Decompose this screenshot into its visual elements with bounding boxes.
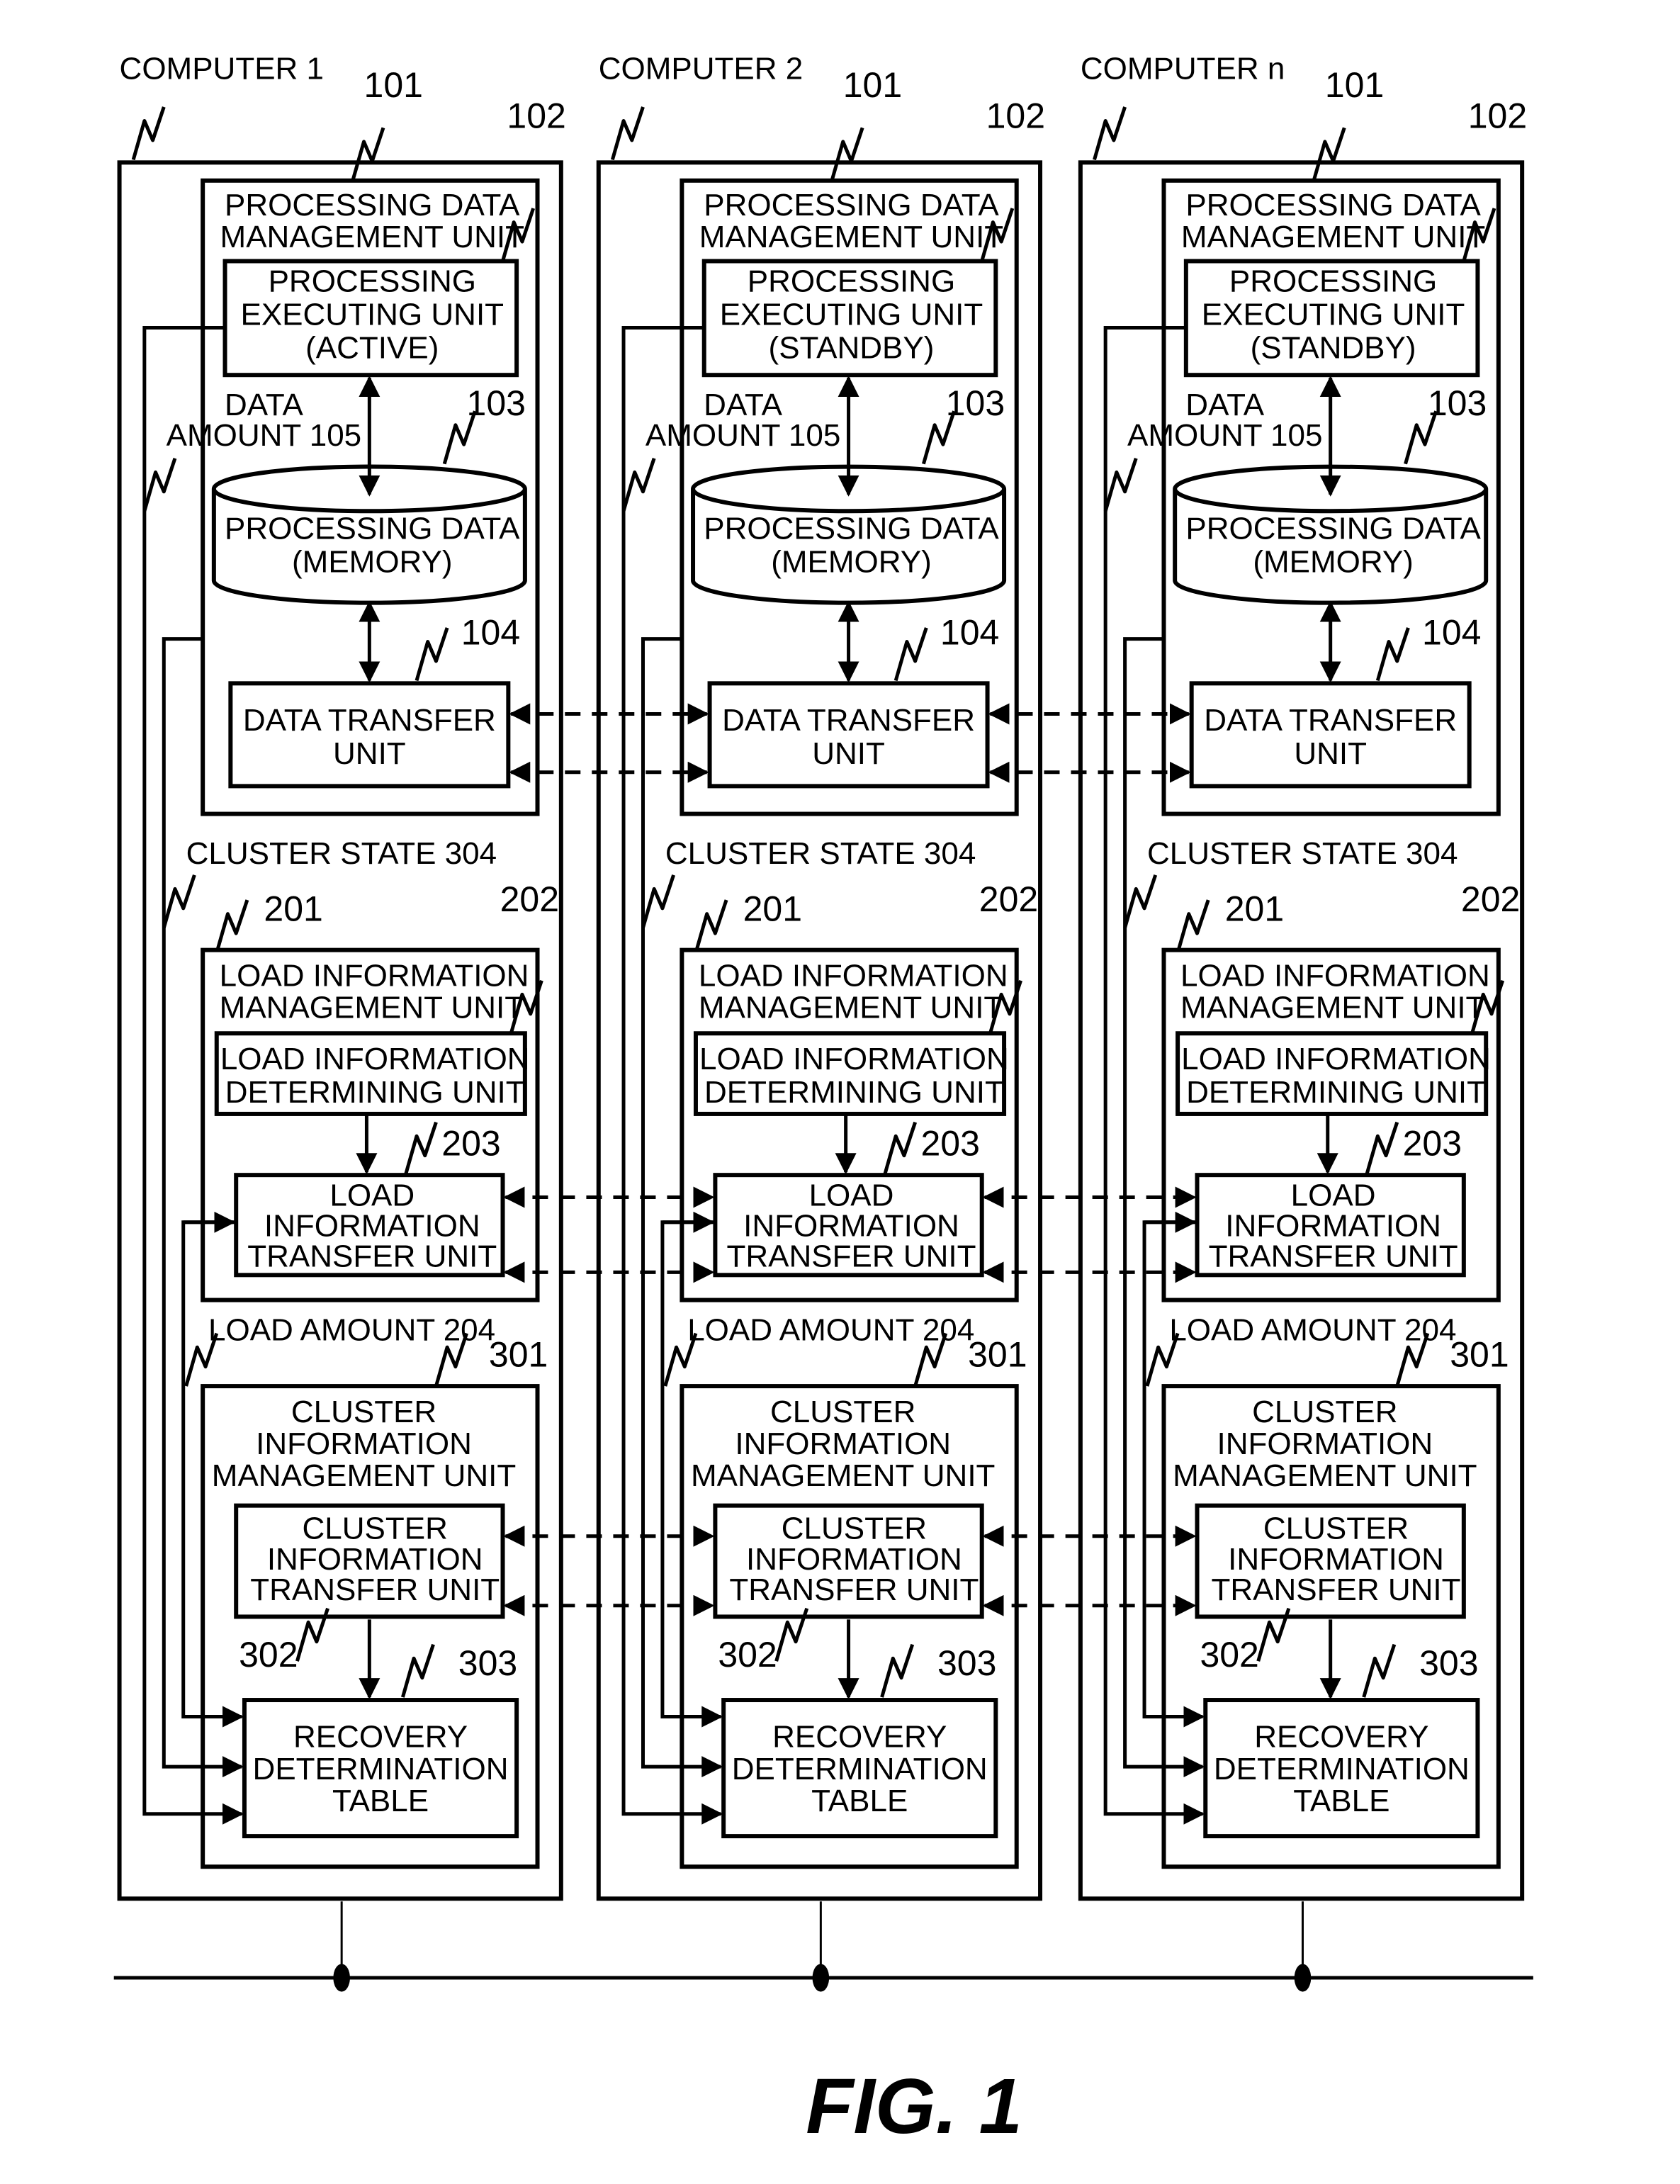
load-information-determining-unit-label: LOAD INFORMATION DETERMINING UNIT (1181, 1042, 1491, 1110)
ref-101: 101 (843, 65, 902, 105)
ref-302: 302 (718, 1635, 777, 1674)
ref-103: 103 (1428, 383, 1487, 423)
ref-101: 101 (1325, 65, 1384, 105)
ref-101: 101 (364, 65, 423, 105)
ref-103: 103 (467, 383, 526, 423)
cluster-state-label: CLUSTER STATE 304 (186, 836, 497, 871)
ref-303: 303 (1419, 1643, 1478, 1683)
computer-name: COMPUTER 1 (120, 52, 324, 86)
ref-202: 202 (979, 879, 1038, 919)
load-information-management-unit-label: LOAD INFORMATION MANAGEMENT UNIT (220, 959, 529, 1025)
ref-303: 303 (937, 1643, 996, 1683)
load-information-determining-unit-label: LOAD INFORMATION DETERMINING UNIT (699, 1042, 1009, 1110)
ref-102: 102 (507, 96, 565, 135)
system-block-diagram: COMPUTER 1 101 PROCESSING DATA MANAGEMENT U… (113, 52, 1533, 2150)
load-amount-label: LOAD AMOUNT 204 (687, 1312, 974, 1347)
computer-3: COMPUTER n 101 PROCESSING DATA MANAGEMENT U… (1078, 52, 1527, 1901)
load-amount-label: LOAD AMOUNT 204 (208, 1312, 495, 1347)
computer-name: COMPUTER 2 (599, 52, 803, 86)
network-bus (113, 1901, 1533, 1992)
computers-layer: COMPUTER 1 101 PROCESSING DATA MANAGEMENT U… (117, 52, 1527, 1901)
figure-label: FIG. 1 (806, 2063, 1022, 2150)
load-information-determining-unit-label: LOAD INFORMATION DETERMINING UNIT (220, 1042, 530, 1110)
load-information-management-unit-label: LOAD INFORMATION MANAGEMENT UNIT (1180, 959, 1490, 1025)
ref-102: 102 (986, 96, 1045, 135)
cluster-state-label: CLUSTER STATE 304 (665, 836, 976, 871)
ref-203: 203 (1403, 1124, 1462, 1164)
processing-data-management-unit-label: PROCESSING DATA MANAGEMENT UNIT (220, 188, 524, 254)
computer-1: COMPUTER 1 101 PROCESSING DATA MANAGEMENT U… (117, 52, 566, 1901)
processing-data-management-unit-label: PROCESSING DATA MANAGEMENT UNIT (1181, 188, 1485, 254)
ref-104: 104 (461, 612, 520, 652)
ref-302: 302 (239, 1635, 298, 1674)
ref-203: 203 (920, 1124, 979, 1164)
ref-201: 201 (264, 889, 322, 928)
ref-303: 303 (458, 1643, 517, 1683)
ref-202: 202 (1461, 879, 1520, 919)
ref-203: 203 (441, 1124, 500, 1164)
computer-leader-icon (610, 106, 645, 161)
ref-103: 103 (946, 383, 1005, 423)
computer-2: COMPUTER 2 101 PROCESSING DATA MANAGEMENT U… (596, 52, 1045, 1901)
ref-104: 104 (1422, 612, 1481, 652)
ref-201: 201 (1225, 889, 1284, 928)
computer-leader-icon (131, 106, 166, 161)
ref-301: 301 (489, 1335, 548, 1375)
cluster-state-label: CLUSTER STATE 304 (1147, 836, 1458, 871)
ref-102: 102 (1468, 96, 1527, 135)
ref-302: 302 (1200, 1635, 1258, 1674)
processing-data-management-unit-label: PROCESSING DATA MANAGEMENT UNIT (699, 188, 1003, 254)
ref-202: 202 (500, 879, 559, 919)
ref-104: 104 (940, 612, 999, 652)
computer-leader-icon (1093, 106, 1127, 161)
load-information-management-unit-label: LOAD INFORMATION MANAGEMENT UNIT (699, 959, 1008, 1025)
ref-201: 201 (743, 889, 802, 928)
ref-301: 301 (968, 1335, 1027, 1375)
load-amount-label: LOAD AMOUNT 204 (1169, 1312, 1456, 1347)
computer-name: COMPUTER n (1081, 52, 1285, 86)
ref-301: 301 (1450, 1335, 1509, 1375)
